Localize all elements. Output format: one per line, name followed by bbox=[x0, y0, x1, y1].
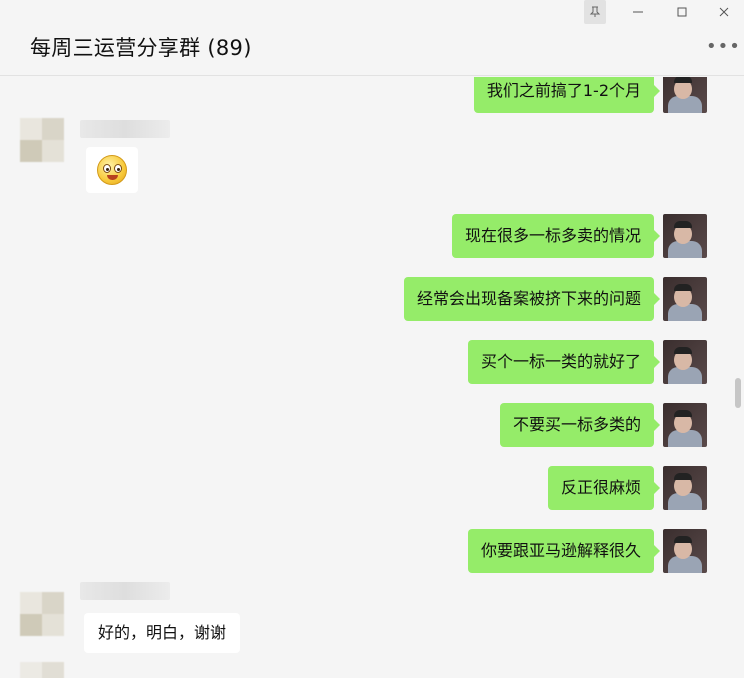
window-titlebar bbox=[0, 0, 744, 24]
minimize-icon[interactable] bbox=[624, 0, 652, 24]
close-icon[interactable] bbox=[710, 0, 738, 24]
message-outgoing: 你要跟亚马逊解释很久 bbox=[467, 529, 661, 573]
sender-avatar[interactable] bbox=[20, 118, 64, 162]
sender-name-blurred bbox=[80, 120, 170, 138]
message-outgoing: 不要买一标多类的 bbox=[499, 403, 661, 447]
sender-name-blurred bbox=[80, 582, 170, 600]
sender-avatar[interactable] bbox=[20, 662, 64, 678]
self-avatar[interactable] bbox=[663, 214, 707, 258]
maximize-icon[interactable] bbox=[668, 0, 696, 24]
message-bubble[interactable]: 我们之前搞了1-2个月 bbox=[473, 77, 661, 113]
sender-avatar[interactable] bbox=[20, 592, 64, 636]
message-bubble[interactable]: 你要跟亚马逊解释很久 bbox=[467, 529, 661, 573]
self-avatar[interactable] bbox=[663, 529, 707, 573]
self-avatar[interactable] bbox=[663, 340, 707, 384]
message-bubble[interactable]: 不要买一标多类的 bbox=[499, 403, 661, 447]
more-icon[interactable]: ••• bbox=[706, 36, 741, 57]
self-avatar[interactable] bbox=[663, 277, 707, 321]
message-bubble[interactable]: 反正很麻烦 bbox=[547, 466, 661, 510]
message-outgoing: 买个一标一类的就好了 bbox=[467, 340, 661, 384]
message-list[interactable]: 我们之前搞了1-2个月 现在很多一标多卖的情况 经常会出现备案被挤下来的问题 买… bbox=[0, 77, 744, 678]
pin-icon[interactable] bbox=[584, 0, 606, 24]
message-bubble[interactable]: 现在很多一标多卖的情况 bbox=[451, 214, 661, 258]
self-avatar[interactable] bbox=[663, 403, 707, 447]
chat-header: 每周三运营分享群 (89) ••• bbox=[0, 24, 744, 76]
message-bubble[interactable]: 经常会出现备案被挤下来的问题 bbox=[403, 277, 661, 321]
message-outgoing: 现在很多一标多卖的情况 bbox=[451, 214, 661, 258]
message-bubble[interactable]: 好的，明白，谢谢 bbox=[84, 613, 241, 653]
chat-title: 每周三运营分享群 (89) bbox=[30, 36, 252, 60]
message-outgoing: 我们之前搞了1-2个月 bbox=[473, 77, 661, 113]
message-outgoing: 经常会出现备案被挤下来的问题 bbox=[403, 277, 661, 321]
emoji-message[interactable] bbox=[86, 147, 138, 193]
message-outgoing: 反正很麻烦 bbox=[547, 466, 661, 510]
scrollbar-thumb[interactable] bbox=[735, 378, 741, 408]
self-avatar[interactable] bbox=[663, 466, 707, 510]
self-avatar[interactable] bbox=[663, 77, 707, 113]
message-bubble[interactable]: 买个一标一类的就好了 bbox=[467, 340, 661, 384]
flushed-face-icon bbox=[97, 155, 127, 185]
